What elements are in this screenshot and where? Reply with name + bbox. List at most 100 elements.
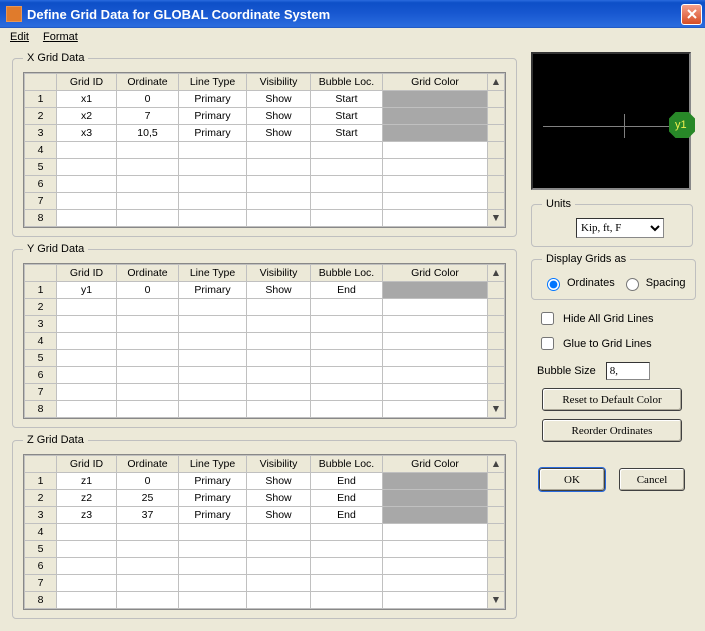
cell-line-type[interactable] bbox=[179, 176, 247, 193]
cell-visibility[interactable]: Show bbox=[247, 125, 311, 142]
cell-visibility[interactable] bbox=[247, 210, 311, 227]
table-row[interactable]: 8▼ bbox=[25, 401, 505, 418]
cell-ordinate[interactable] bbox=[117, 575, 179, 592]
row-header[interactable]: 7 bbox=[25, 193, 57, 210]
cell-grid-id[interactable]: x2 bbox=[57, 108, 117, 125]
bubble-size-input[interactable] bbox=[606, 362, 650, 380]
cell-grid-color[interactable] bbox=[383, 316, 488, 333]
cell-grid-color[interactable] bbox=[383, 473, 488, 490]
cell-visibility[interactable] bbox=[247, 142, 311, 159]
scrollbar-track[interactable] bbox=[488, 367, 505, 384]
row-header[interactable]: 8 bbox=[25, 592, 57, 609]
scroll-up-icon[interactable]: ▲ bbox=[488, 265, 505, 282]
cell-line-type[interactable] bbox=[179, 350, 247, 367]
scroll-down-icon[interactable]: ▼ bbox=[488, 401, 505, 418]
cell-line-type[interactable]: Primary bbox=[179, 282, 247, 299]
cell-visibility[interactable] bbox=[247, 592, 311, 609]
cell-grid-color[interactable] bbox=[383, 507, 488, 524]
scrollbar-track[interactable] bbox=[488, 524, 505, 541]
col-line-type[interactable]: Line Type bbox=[179, 456, 247, 473]
cell-visibility[interactable] bbox=[247, 524, 311, 541]
scrollbar-track[interactable] bbox=[488, 282, 505, 299]
scrollbar-track[interactable] bbox=[488, 193, 505, 210]
cell-visibility[interactable]: Show bbox=[247, 282, 311, 299]
cell-grid-color[interactable] bbox=[383, 350, 488, 367]
cell-ordinate[interactable] bbox=[117, 210, 179, 227]
cell-line-type[interactable] bbox=[179, 316, 247, 333]
scrollbar-track[interactable] bbox=[488, 350, 505, 367]
cell-line-type[interactable] bbox=[179, 367, 247, 384]
cell-ordinate[interactable] bbox=[117, 558, 179, 575]
table-row[interactable]: 7 bbox=[25, 193, 505, 210]
cell-line-type[interactable] bbox=[179, 384, 247, 401]
cell-visibility[interactable] bbox=[247, 159, 311, 176]
cell-grid-color[interactable] bbox=[383, 108, 488, 125]
row-header[interactable]: 7 bbox=[25, 575, 57, 592]
table-row[interactable]: 4 bbox=[25, 333, 505, 350]
scrollbar-track[interactable] bbox=[488, 384, 505, 401]
row-header[interactable]: 4 bbox=[25, 333, 57, 350]
scrollbar-track[interactable] bbox=[488, 490, 505, 507]
cell-bubble-loc[interactable]: End bbox=[311, 507, 383, 524]
col-grid-id[interactable]: Grid ID bbox=[57, 74, 117, 91]
col-grid-id[interactable]: Grid ID bbox=[57, 265, 117, 282]
cell-bubble-loc[interactable] bbox=[311, 401, 383, 418]
cell-bubble-loc[interactable]: End bbox=[311, 490, 383, 507]
cell-grid-color[interactable] bbox=[383, 159, 488, 176]
cell-grid-id[interactable]: x3 bbox=[57, 125, 117, 142]
table-row[interactable]: 6 bbox=[25, 176, 505, 193]
cell-line-type[interactable] bbox=[179, 159, 247, 176]
table-row[interactable]: 4 bbox=[25, 524, 505, 541]
table-row[interactable]: 3z337PrimaryShowEnd bbox=[25, 507, 505, 524]
cell-grid-id[interactable]: z1 bbox=[57, 473, 117, 490]
row-header[interactable]: 4 bbox=[25, 524, 57, 541]
row-header[interactable]: 6 bbox=[25, 176, 57, 193]
col-line-type[interactable]: Line Type bbox=[179, 265, 247, 282]
cell-ordinate[interactable] bbox=[117, 384, 179, 401]
cell-visibility[interactable] bbox=[247, 541, 311, 558]
scrollbar-track[interactable] bbox=[488, 91, 505, 108]
table-row[interactable]: 1x10PrimaryShowStart bbox=[25, 91, 505, 108]
cell-line-type[interactable] bbox=[179, 299, 247, 316]
reset-color-button[interactable]: Reset to Default Color bbox=[542, 388, 682, 411]
x-grid-table[interactable]: Grid ID Ordinate Line Type Visibility Bu… bbox=[23, 72, 506, 228]
row-header[interactable]: 1 bbox=[25, 282, 57, 299]
cell-visibility[interactable] bbox=[247, 333, 311, 350]
cancel-button[interactable]: Cancel bbox=[619, 468, 685, 491]
cell-visibility[interactable] bbox=[247, 384, 311, 401]
row-header[interactable]: 6 bbox=[25, 558, 57, 575]
cell-grid-id[interactable] bbox=[57, 210, 117, 227]
cell-bubble-loc[interactable] bbox=[311, 159, 383, 176]
cell-line-type[interactable] bbox=[179, 401, 247, 418]
cell-ordinate[interactable]: 0 bbox=[117, 91, 179, 108]
cell-visibility[interactable] bbox=[247, 316, 311, 333]
cell-bubble-loc[interactable] bbox=[311, 524, 383, 541]
table-row[interactable]: 7 bbox=[25, 384, 505, 401]
cell-line-type[interactable]: Primary bbox=[179, 125, 247, 142]
row-header[interactable]: 8 bbox=[25, 401, 57, 418]
col-bubble-loc[interactable]: Bubble Loc. bbox=[311, 265, 383, 282]
table-row[interactable]: 2z225PrimaryShowEnd bbox=[25, 490, 505, 507]
cell-grid-id[interactable] bbox=[57, 401, 117, 418]
cell-grid-color[interactable] bbox=[383, 333, 488, 350]
cell-bubble-loc[interactable] bbox=[311, 142, 383, 159]
table-row[interactable]: 5 bbox=[25, 159, 505, 176]
cell-bubble-loc[interactable] bbox=[311, 384, 383, 401]
cell-line-type[interactable] bbox=[179, 592, 247, 609]
cell-grid-id[interactable] bbox=[57, 350, 117, 367]
col-bubble-loc[interactable]: Bubble Loc. bbox=[311, 74, 383, 91]
cell-visibility[interactable]: Show bbox=[247, 91, 311, 108]
row-header[interactable]: 4 bbox=[25, 142, 57, 159]
units-select[interactable]: Kip, ft, F bbox=[576, 218, 664, 238]
cell-line-type[interactable] bbox=[179, 524, 247, 541]
cell-line-type[interactable]: Primary bbox=[179, 91, 247, 108]
row-header[interactable]: 1 bbox=[25, 91, 57, 108]
cell-bubble-loc[interactable] bbox=[311, 193, 383, 210]
cell-bubble-loc[interactable] bbox=[311, 333, 383, 350]
cell-ordinate[interactable] bbox=[117, 541, 179, 558]
row-header[interactable]: 6 bbox=[25, 367, 57, 384]
cell-line-type[interactable]: Primary bbox=[179, 108, 247, 125]
table-row[interactable]: 1y10PrimaryShowEnd bbox=[25, 282, 505, 299]
cell-grid-color[interactable] bbox=[383, 592, 488, 609]
cell-grid-id[interactable] bbox=[57, 193, 117, 210]
